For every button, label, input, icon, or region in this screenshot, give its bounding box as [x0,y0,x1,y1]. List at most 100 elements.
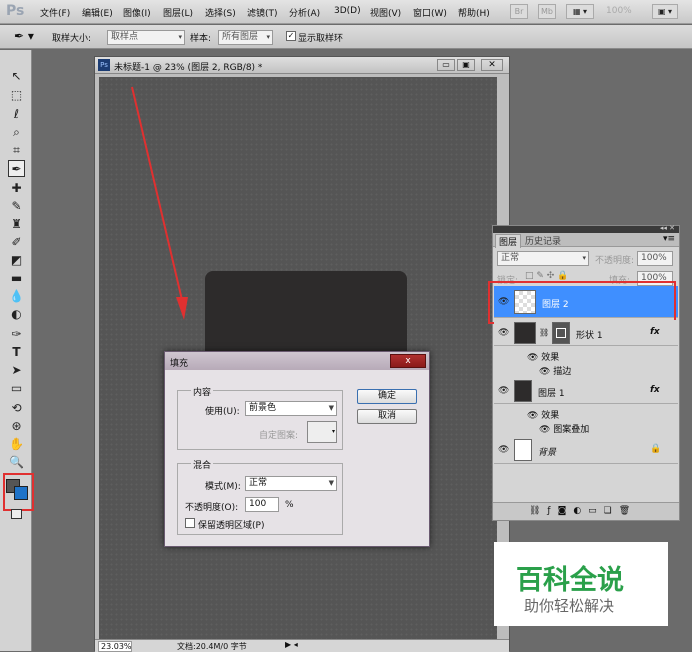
menu-bar: Ps 文件(F) 编辑(E) 图像(I) 图层(L) 选择(S) 滤镜(T) 分… [0,0,692,24]
menu-select[interactable]: 选择(S) [205,6,236,19]
move-tool-icon[interactable]: ↖ [8,68,25,85]
cancel-button[interactable]: 取消 [357,409,417,424]
show-ring-checkbox[interactable]: ✓ [286,31,296,41]
dodge-tool-icon[interactable]: ◐ [8,306,25,323]
type-tool-icon[interactable]: T [8,344,25,361]
arrange-icon[interactable]: ▦ ▾ [566,4,594,19]
use-label: 使用(U): [205,407,240,417]
mode-select[interactable]: 正常 ▼ [245,476,337,491]
opacity-input[interactable]: 100 [245,497,279,512]
visibility-eye-icon[interactable]: 👁 [498,328,509,338]
menu-filter[interactable]: 滤镜(T) [247,6,278,19]
panel-menu-icon[interactable]: ▾≡ [663,234,675,244]
effects-label: 👁 效果 [527,411,560,421]
layer-row-layer1[interactable]: 👁 图层 1 fx [494,378,678,404]
crop-tool-icon[interactable]: ⌗ [8,142,25,159]
sample-select[interactable]: 所有图层 ▾ [218,30,273,45]
layer-thumbnail [514,439,532,461]
fill-dialog: 填充 x 内容 使用(U): 前景色 ▼ 自定图案: ▾ 混合 模式(M): 正常… [164,351,430,547]
custom-pattern-picker[interactable]: ▾ [307,421,337,443]
ps-logo: Ps [6,3,25,19]
menu-analysis[interactable]: 分析(A) [289,6,320,19]
eyedropper-tool-icon[interactable]: ✒ ▾ [14,29,34,43]
menu-3d[interactable]: 3D(D) [334,6,361,16]
document-title: 未标题-1 @ 23% (图层 2, RGB/8) * [114,63,263,73]
dialog-title: 填充 [170,359,189,369]
opacity-unit: % [285,500,294,510]
hand-tool-icon[interactable]: ✋ [8,436,25,453]
effect-pattern-overlay[interactable]: 👁 图案叠加 [539,422,589,435]
menu-file[interactable]: 文件(F) [40,6,70,19]
layer-opacity-label: 不透明度: [595,256,635,266]
panel-tabs: 图层 历史记录 ▾≡ [493,233,679,248]
eraser-tool-icon[interactable]: ◩ [8,252,25,269]
annotation-arrow [131,86,188,320]
menu-view[interactable]: 视图(V) [370,6,401,19]
menu-layer[interactable]: 图层(L) [163,6,193,19]
layer-row-background[interactable]: 👁 背景 🔒 [494,436,678,464]
3d-rotate-icon[interactable]: ⟲ [8,400,25,417]
effect-stroke[interactable]: 👁 描边 [539,364,571,377]
bridge-button[interactable]: Br [510,4,528,19]
pen-tool-icon[interactable]: ✑ [8,326,25,343]
background-color-swatch[interactable] [14,486,28,500]
layer-highlight-box [488,281,676,324]
watermark-subtitle: 助你轻松解决 [524,597,615,615]
opacity-label: 不透明度(O): [185,503,239,513]
layers-bottom-toolbar[interactable]: ⛓ƒ◙◐▭❏🗑 [493,502,679,520]
ok-button[interactable]: 确定 [357,389,417,404]
toolbox: ↖ ⬚ ℓ ⌕ ⌗ ✒ ✚ ✎ ♜ ✐ ◩ ▬ 💧 ◐ ✑ T ➤ ▭ ⟲ ⊛ … [0,50,34,651]
marquee-tool-icon[interactable]: ⬚ [8,87,25,104]
menu-edit[interactable]: 编辑(E) [82,6,113,19]
sample-size-select[interactable]: 取样点 ▾ [107,30,185,45]
brush-tool-icon[interactable]: ✎ [8,198,25,215]
dialog-close-button[interactable]: x [390,354,426,368]
shape-tool-icon[interactable]: ▭ [8,380,25,397]
quick-mask-icon[interactable] [11,509,22,519]
ps-document-icon: Ps [98,59,110,71]
3d-orbit-icon[interactable]: ⊛ [8,418,25,435]
quick-select-tool-icon[interactable]: ⌕ [8,124,25,141]
vector-mask-thumbnail [552,322,570,344]
screen-mode-icon[interactable]: ▣ ▾ [652,4,678,19]
stamp-tool-icon[interactable]: ♜ [8,216,25,233]
zoom-tool-icon[interactable]: 🔍 [8,454,25,471]
mini-bridge-button[interactable]: Mb [538,4,556,19]
tab-layers[interactable]: 图层 [495,234,522,248]
menu-help[interactable]: 帮助(H) [458,6,490,19]
sample-size-label: 取样大小: [52,34,92,44]
menu-image[interactable]: 图像(I) [123,6,151,19]
gradient-tool-icon[interactable]: ▬ [8,270,25,287]
tab-history[interactable]: 历史记录 [525,234,561,247]
blend-legend: 混合 [191,458,214,471]
layer-row-shape1[interactable]: 👁 ⛓ 形状 1 fx [494,320,678,346]
history-brush-icon[interactable]: ✐ [8,234,25,251]
minimize-button[interactable]: ▭ [437,59,455,71]
path-select-icon[interactable]: ➤ [8,362,25,379]
close-document-button[interactable]: ✕ [481,59,503,71]
layers-panel: ◂◂ ✕ 图层 历史记录 ▾≡ 正常 ▾ 不透明度: 100% 锁定: □ ✎ ✣… [488,224,680,521]
preserve-transparency-checkbox[interactable] [185,518,195,528]
fx-icon[interactable]: fx [650,385,660,395]
eyedropper-icon[interactable]: ✒ [8,160,25,177]
document-titlebar: Ps 未标题-1 @ 23% (图层 2, RGB/8) * ▭ ▣ ✕ [95,57,509,74]
zoom-level[interactable]: 100% [606,6,632,16]
status-menu-arrow-icon[interactable]: ▶ ◂ [285,640,298,649]
layer-name: 背景 [538,448,557,458]
content-legend: 内容 [191,385,214,398]
menu-window[interactable]: 窗口(W) [413,6,447,19]
use-select[interactable]: 前景色 ▼ [245,401,337,416]
fx-icon[interactable]: fx [650,327,660,337]
effects-label: 👁 效果 [527,353,560,363]
layer-thumbnail [514,322,536,344]
lasso-tool-icon[interactable]: ℓ [8,106,25,123]
restore-button[interactable]: ▣ [457,59,475,71]
visibility-eye-icon[interactable]: 👁 [498,386,509,396]
blend-mode-select[interactable]: 正常 ▾ [497,251,589,266]
status-zoom[interactable]: 23.03% [98,641,132,652]
layer-opacity-input[interactable]: 100% [637,251,673,266]
blur-tool-icon[interactable]: 💧 [8,288,25,305]
lock-icons[interactable]: □ ✎ ✣ 🔒 [525,271,568,281]
visibility-eye-icon[interactable]: 👁 [498,445,509,455]
healing-tool-icon[interactable]: ✚ [8,180,25,197]
